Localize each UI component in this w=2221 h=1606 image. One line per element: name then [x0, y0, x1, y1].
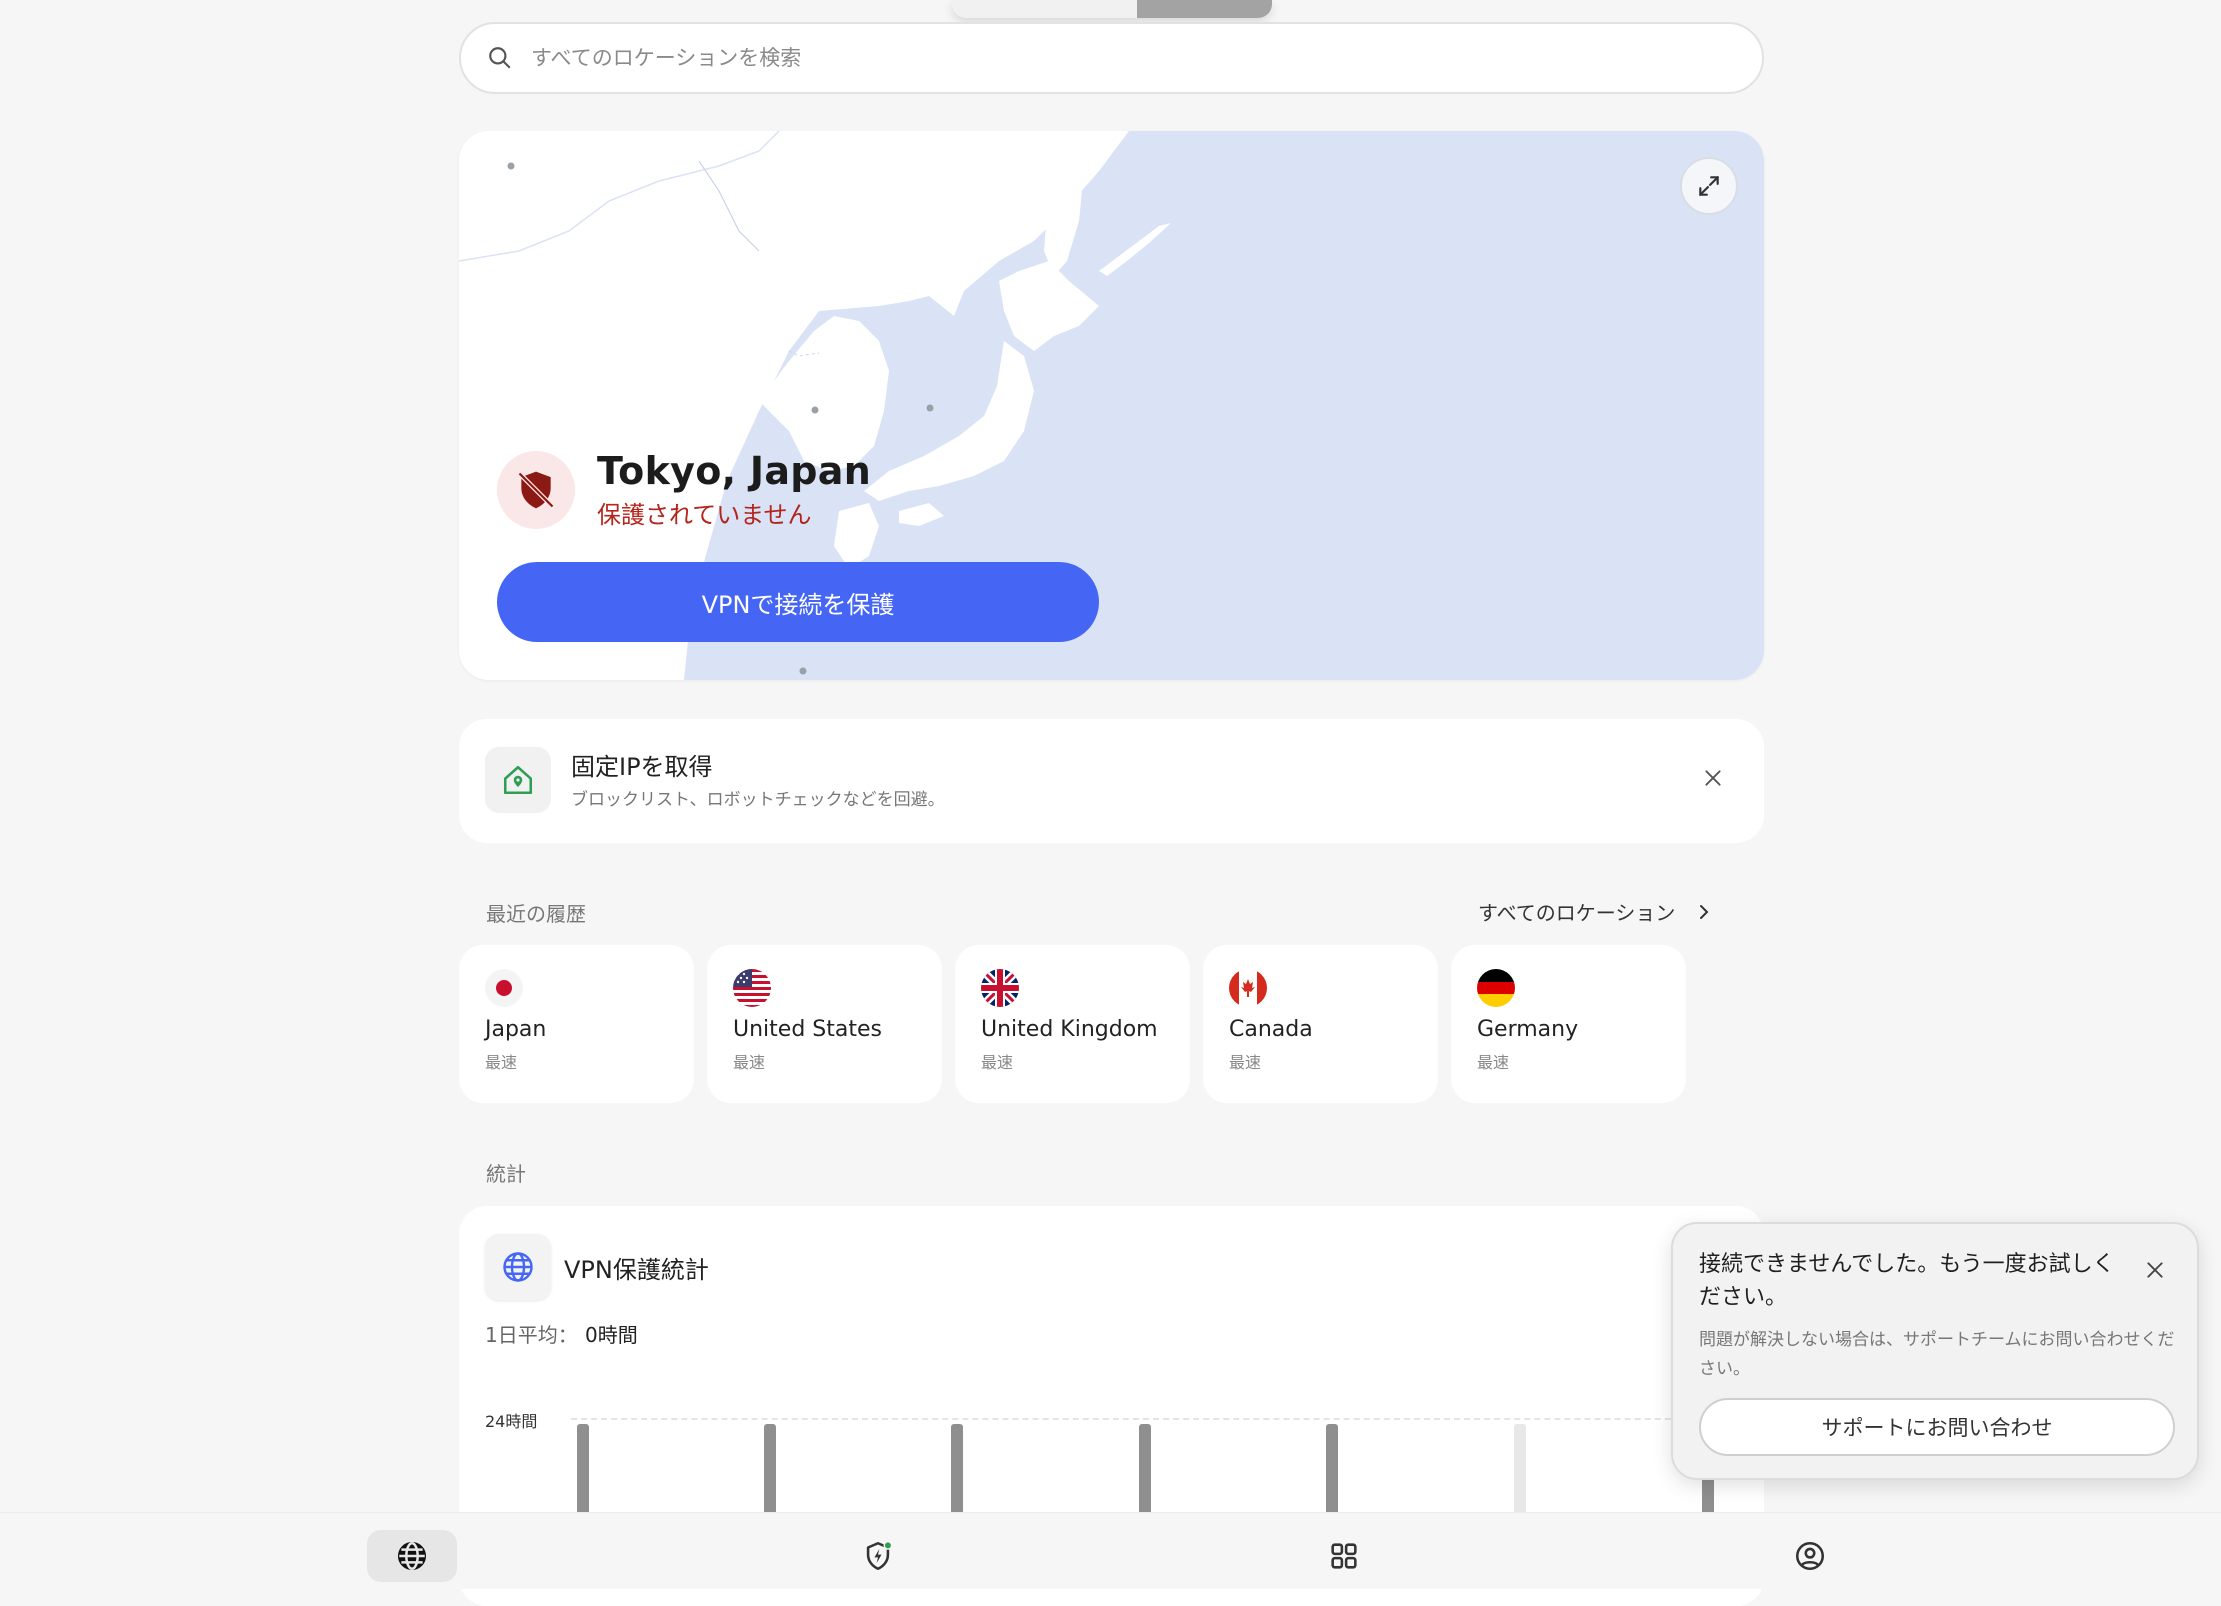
country-name: United States: [733, 1017, 882, 1042]
uk-flag-icon: [981, 969, 1019, 1007]
nav-locations[interactable]: [367, 1530, 457, 1582]
nav-account[interactable]: [1765, 1530, 1855, 1582]
top-window-sliver: [952, 0, 1272, 18]
daily-average-value: 0時間: [585, 1323, 638, 1347]
recent-locations-list: Japan 最速 United States 最速 United Kingdom: [459, 945, 1699, 1103]
location-name: Tokyo, Japan: [597, 449, 872, 493]
connection-error-toast: 接続できませんでした。もう一度お試しください。 問題が解決しない場合は、サポート…: [1671, 1222, 2199, 1480]
close-icon: [2147, 1262, 2163, 1278]
recent-item-canada[interactable]: Canada 最速: [1203, 945, 1438, 1103]
chart-max-line: [571, 1418, 1741, 1420]
promo-title: 固定IPを取得: [571, 753, 713, 781]
close-toast-button[interactable]: [2141, 1256, 2169, 1284]
account-icon: [1795, 1541, 1825, 1571]
globe-icon: [397, 1541, 427, 1571]
chart-y-label: 24時間: [485, 1412, 538, 1431]
us-flag-icon: [733, 969, 771, 1007]
stats-section-label: 統計: [486, 1162, 526, 1186]
promo-subtitle: ブロックリスト、ロボットチェックなどを回避。: [571, 790, 945, 810]
canada-flag-icon: [1229, 969, 1267, 1007]
germany-flag-icon: [1477, 969, 1515, 1007]
country-name: United Kingdom: [981, 1017, 1158, 1042]
close-icon: [1705, 770, 1721, 786]
server-tag: 最速: [1477, 1053, 1510, 1072]
recent-item-united-kingdom[interactable]: United Kingdom 最速: [955, 945, 1190, 1103]
server-tag: 最速: [733, 1053, 766, 1072]
search-bar[interactable]: [459, 22, 1764, 94]
recent-item-japan[interactable]: Japan 最速: [459, 945, 694, 1103]
protection-status: 保護されていません: [597, 501, 812, 529]
shield-bolt-icon: [866, 1540, 893, 1571]
search-input[interactable]: [531, 46, 1531, 70]
server-tag: 最速: [485, 1053, 518, 1072]
recent-history-label: 最近の履歴: [486, 902, 586, 926]
unprotected-shield-icon: [497, 450, 575, 529]
toast-body: 問題が解決しない場合は、サポートチームにお問い合わせください。: [1699, 1330, 2175, 1379]
globe-icon: [485, 1234, 551, 1300]
chevron-right-icon: [1700, 904, 1709, 919]
server-tag: 最速: [981, 1053, 1014, 1072]
daily-average-label: 1日平均：: [485, 1323, 578, 1347]
japan-flag-icon: [485, 969, 523, 1007]
recent-item-germany[interactable]: Germany 最速: [1451, 945, 1686, 1103]
nav-apps[interactable]: [1299, 1530, 1389, 1582]
all-locations-link[interactable]: すべてのロケーション: [1478, 897, 1711, 926]
bottom-navigation: [0, 1512, 2221, 1589]
connect-vpn-button[interactable]: VPNで接続を保護: [497, 562, 1099, 642]
grid-icon: [1331, 1543, 1357, 1569]
stats-title: VPN保護統計: [564, 1256, 709, 1284]
contact-support-button[interactable]: サポートにお問い合わせ: [1699, 1398, 2175, 1456]
close-promo-button[interactable]: [1698, 763, 1728, 793]
location-status: Tokyo, Japan 保護されていません: [497, 449, 871, 530]
server-tag: 最速: [1229, 1053, 1262, 1072]
country-name: Canada: [1229, 1017, 1313, 1042]
nav-protection[interactable]: [833, 1530, 923, 1582]
country-name: Japan: [485, 1017, 547, 1042]
country-name: Germany: [1477, 1017, 1579, 1042]
expand-icon: [1699, 176, 1719, 196]
expand-map-button[interactable]: [1680, 157, 1738, 215]
recent-item-united-states[interactable]: United States 最速: [707, 945, 942, 1103]
fixed-ip-promo-card[interactable]: 固定IPを取得 ブロックリスト、ロボットチェックなどを回避。: [459, 719, 1764, 843]
map-card: Tokyo, Japan 保護されていません VPNで接続を保護: [459, 131, 1764, 680]
toast-title: 接続できませんでした。もう一度お試しください。: [1699, 1252, 2115, 1310]
all-locations-label: すべてのロケーション: [1478, 901, 1676, 925]
search-icon: [489, 47, 511, 69]
home-pin-icon: [485, 747, 551, 813]
